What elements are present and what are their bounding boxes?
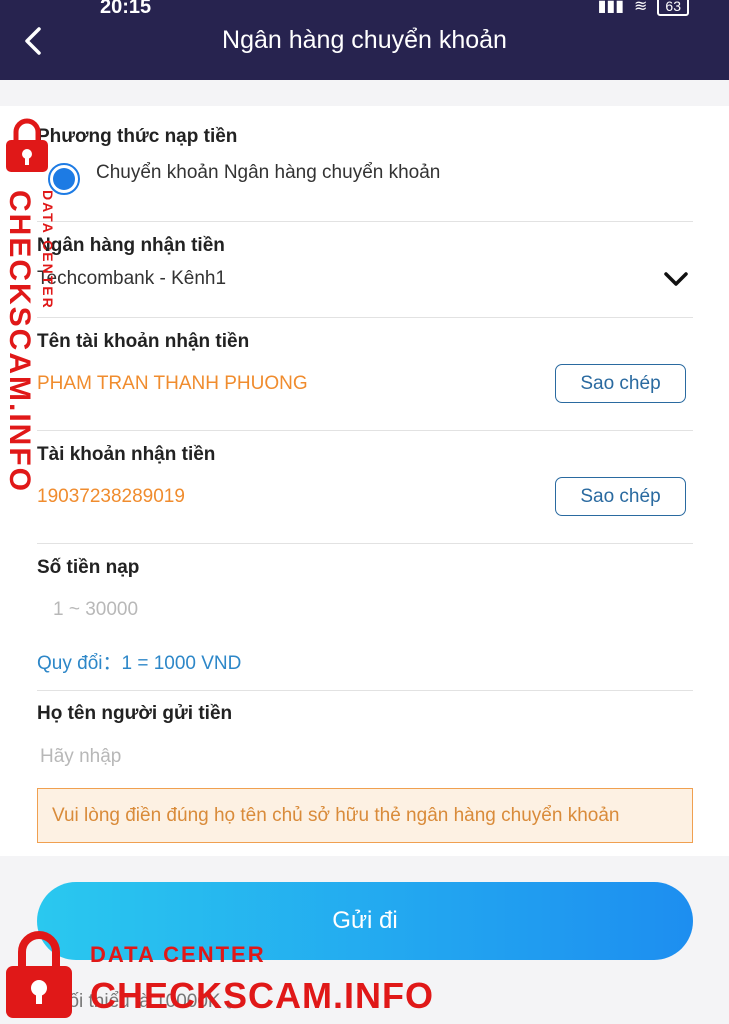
- watermark-bottom-large: CHECKSCAM.INFO: [90, 975, 434, 1016]
- watermark-bottom-small: DATA CENTER: [90, 942, 266, 967]
- amount-row: Số tiền nạp 1 ~ 30000 Quy đổi：1 = 1000 V…: [37, 544, 693, 691]
- chevron-down-icon[interactable]: [663, 271, 689, 289]
- sender-notice: Vui lòng điền đúng họ tên chủ sở hữu thẻ…: [37, 788, 693, 843]
- account-number-value: 19037238289019: [37, 486, 185, 507]
- account-number-row: Tài khoản nhận tiền 19037238289019 Sao c…: [37, 431, 693, 544]
- account-name-row: Tên tài khoản nhận tiền PHAM TRAN THANH …: [37, 318, 693, 431]
- deposit-form: Phương thức nạp tiền Chuyển khoản Ngân h…: [0, 106, 729, 856]
- padlock-watermark-icon-bottom: [6, 931, 72, 1018]
- method-label: Phương thức nạp tiền: [37, 126, 238, 147]
- status-bar: 20:15 ▮▮▮ ≋ 63: [0, 0, 729, 20]
- watermark-vertical: CHECKSCAM.INFO: [3, 190, 36, 493]
- wifi-icon: ≋: [634, 0, 648, 15]
- padlock-watermark-icon: [6, 118, 48, 172]
- status-time: 20:15: [100, 0, 152, 18]
- bank-row[interactable]: Ngân hàng nhận tiền Techcombank - Kênh1: [37, 222, 693, 318]
- radio-selected-dot: [53, 168, 75, 190]
- bank-value: Techcombank - Kênh1: [37, 268, 227, 289]
- battery-icon: 63: [657, 0, 689, 16]
- copy-account-number-button[interactable]: Sao chép: [555, 477, 686, 516]
- amount-label: Số tiền nạp: [37, 557, 140, 578]
- copy-account-name-button[interactable]: Sao chép: [555, 364, 686, 403]
- signal-icon: ▮▮▮: [597, 0, 625, 15]
- method-row: Phương thức nạp tiền Chuyển khoản Ngân h…: [37, 106, 693, 222]
- account-name-label: Tên tài khoản nhận tiền: [37, 331, 250, 352]
- page-title: Ngân hàng chuyển khoản: [222, 26, 507, 54]
- bank-label: Ngân hàng nhận tiền: [37, 235, 225, 256]
- method-option-label[interactable]: Chuyển khoản Ngân hàng chuyển khoản: [96, 162, 440, 184]
- watermark-vertical-small: DATA CENTER: [40, 190, 56, 310]
- exchange-rate: Quy đổi：1 = 1000 VND: [37, 653, 242, 674]
- sender-label: Họ tên người gửi tiền: [37, 703, 233, 724]
- account-number-label: Tài khoản nhận tiền: [37, 444, 216, 465]
- sender-input[interactable]: Hãy nhập: [40, 746, 121, 768]
- account-name-value: PHAM TRAN THANH PHUONG: [37, 373, 308, 394]
- status-icons: ▮▮▮ ≋ 63: [598, 0, 689, 16]
- amount-input[interactable]: 1 ~ 30000: [53, 599, 138, 621]
